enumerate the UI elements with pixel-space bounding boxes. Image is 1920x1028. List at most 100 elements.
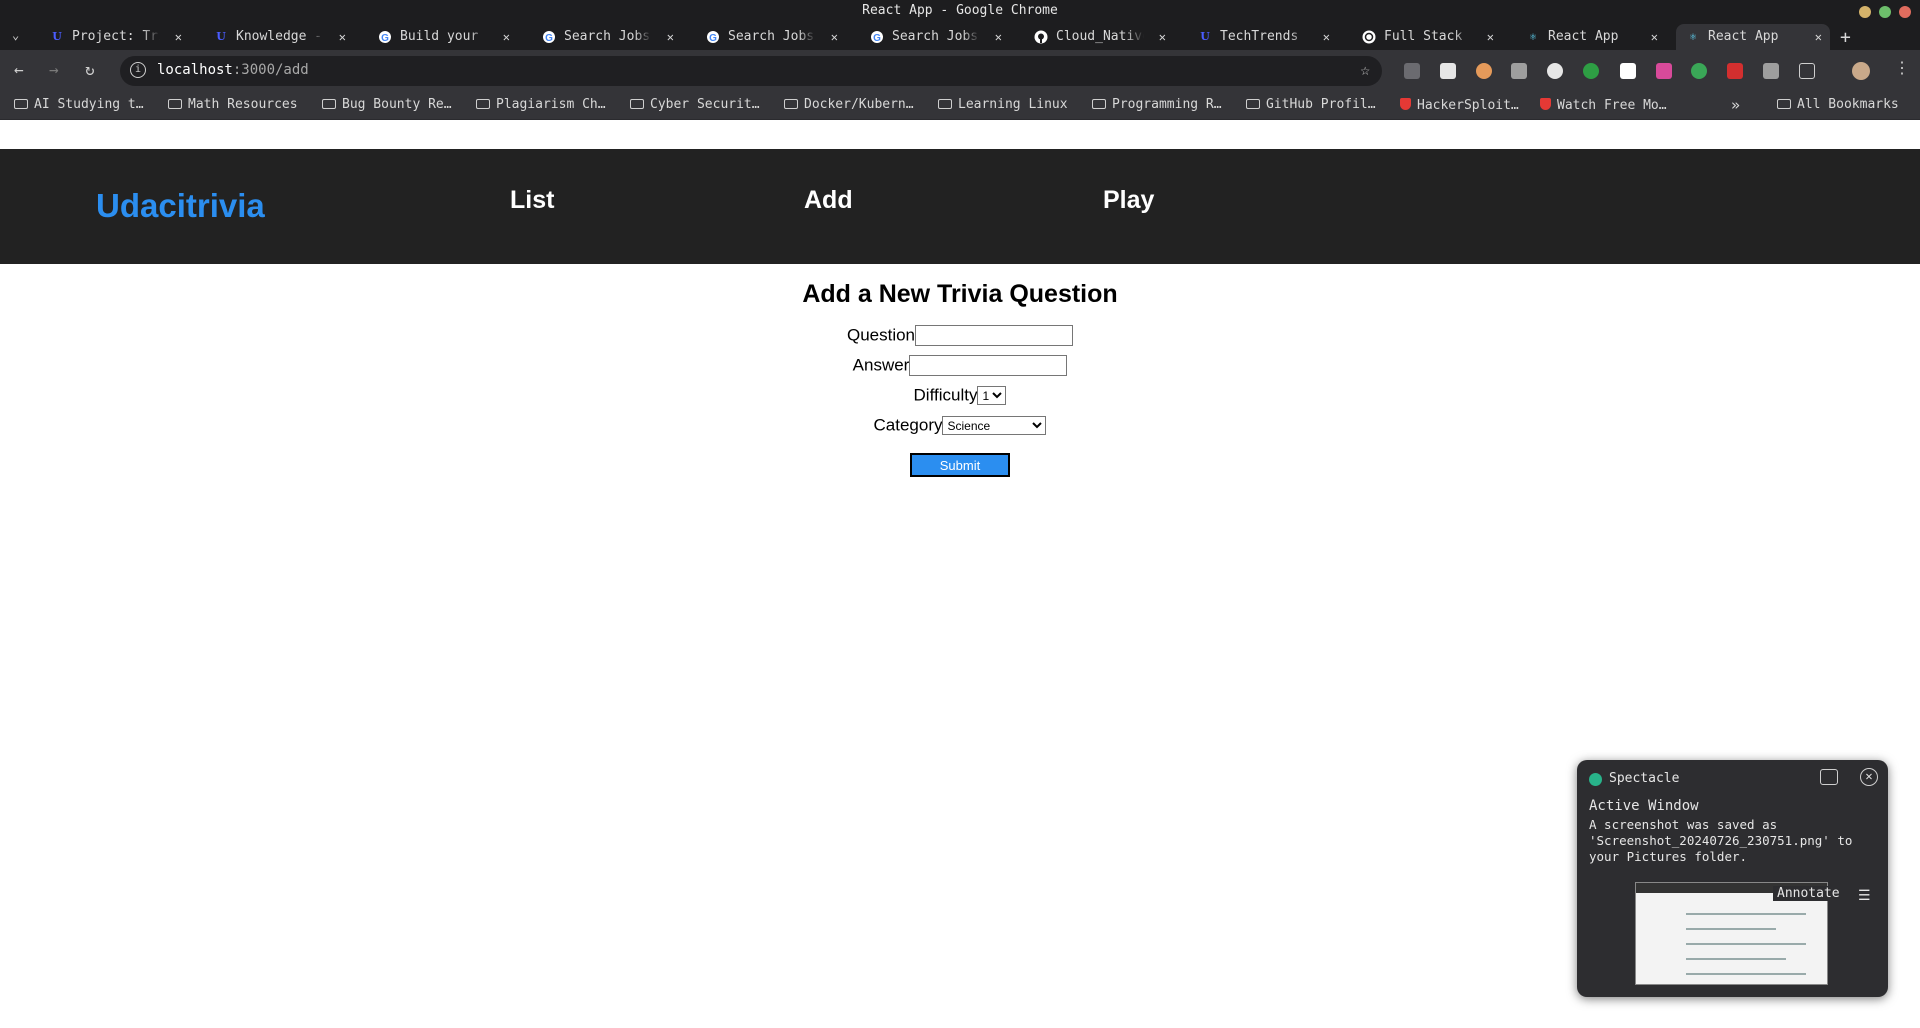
tab-close-icon[interactable]: ✕ <box>1651 24 1658 50</box>
tab-cloud-native[interactable]: Cloud_Native ✕ <box>1024 24 1174 50</box>
reload-icon[interactable]: ↻ <box>85 60 95 79</box>
window-title: React App - Google Chrome <box>862 3 1058 18</box>
bookmark-folder[interactable]: AI Studying t… <box>14 97 144 112</box>
bookmark-site[interactable]: Watch Free Mo… <box>1540 97 1667 113</box>
url-text[interactable]: localhost:3000/add <box>157 62 309 78</box>
tab-react-app-1[interactable]: ⚛ React App ✕ <box>1516 24 1666 50</box>
extension-terminal-icon[interactable] <box>1440 63 1456 79</box>
tab-title: React App <box>1548 29 1619 44</box>
nav-play-link[interactable]: Play <box>1103 186 1154 215</box>
nav-list-link[interactable]: List <box>510 186 554 215</box>
maximize-button[interactable] <box>1879 6 1891 18</box>
bookmark-label: Cyber Securit… <box>650 97 760 112</box>
tab-search-jobs-1[interactable]: G Search Jobs ✕ <box>532 24 682 50</box>
tab-close-icon[interactable]: ✕ <box>339 24 346 50</box>
all-bookmarks-button[interactable]: All Bookmarks <box>1777 97 1899 112</box>
answer-input[interactable] <box>909 355 1068 377</box>
folder-icon <box>630 99 644 109</box>
shield-icon <box>1540 98 1551 110</box>
tab-close-icon[interactable]: ✕ <box>1815 24 1822 50</box>
tab-close-icon[interactable]: ✕ <box>831 24 838 50</box>
tab-build-resume[interactable]: G Build your resume ✕ <box>368 24 518 50</box>
address-bar[interactable]: i localhost:3000/add ☆ <box>120 56 1382 86</box>
openai-icon <box>1362 30 1376 44</box>
extension-wifi-icon[interactable] <box>1583 63 1599 79</box>
more-menu-icon[interactable]: ⋮ <box>1894 58 1910 77</box>
tab-close-icon[interactable]: ✕ <box>995 24 1002 50</box>
tab-react-app-active[interactable]: ⚛ React App ✕ <box>1676 24 1830 50</box>
udacity-icon: U <box>216 30 226 43</box>
extension-briefcase-icon[interactable] <box>1620 63 1636 79</box>
nav-add-link[interactable]: Add <box>804 186 853 215</box>
profile-avatar-icon[interactable] <box>1852 62 1870 80</box>
folder-icon <box>1777 99 1791 109</box>
bookmarks-overflow-icon[interactable]: » <box>1731 96 1740 114</box>
bookmark-label: Programming R… <box>1112 97 1222 112</box>
hamburger-menu-icon[interactable]: ☰ <box>1858 888 1871 904</box>
extension-globe-icon[interactable] <box>1547 63 1563 79</box>
grammarly-icon[interactable] <box>1691 63 1707 79</box>
extension-lightning-icon[interactable] <box>1511 63 1527 79</box>
tab-close-icon[interactable]: ✕ <box>1159 24 1166 50</box>
bookmark-folder[interactable]: Bug Bounty Re… <box>322 97 452 112</box>
notification-body: A screenshot was saved as 'Screenshot_20… <box>1589 817 1860 864</box>
bookmark-folder[interactable]: Docker/Kubern… <box>784 97 914 112</box>
bookmark-folder[interactable]: Learning Linux <box>938 97 1068 112</box>
tab-search-jobs-2[interactable]: G Search Jobs ✕ <box>696 24 846 50</box>
app-brand-link[interactable]: Udacitrivia <box>96 187 265 225</box>
difficulty-select[interactable]: 1 <box>977 386 1007 406</box>
back-arrow-icon[interactable]: ← <box>14 60 24 79</box>
tab-close-icon[interactable]: ✕ <box>503 24 510 50</box>
thumbnail-line <box>1686 913 1806 915</box>
tab-close-icon[interactable]: ✕ <box>175 24 182 50</box>
bookmark-folder[interactable]: Cyber Securit… <box>630 97 760 112</box>
pdf-icon[interactable] <box>1727 63 1743 79</box>
annotate-button[interactable]: Annotate <box>1773 886 1844 901</box>
thumbnail-line <box>1686 943 1806 945</box>
svg-text:G: G <box>709 33 717 44</box>
site-info-icon[interactable]: i <box>130 62 146 78</box>
tab-search-jobs-3[interactable]: G Search Jobs ✕ <box>860 24 1010 50</box>
answer-label: Answer <box>852 355 910 375</box>
question-input[interactable] <box>915 325 1074 347</box>
browser-toolbar: ← → ↻ i localhost:3000/add ☆ ⋮ <box>0 50 1920 90</box>
bookmark-folder[interactable]: GitHub Profil… <box>1246 97 1376 112</box>
tab-title: Knowledge - Udacity <box>236 29 324 44</box>
bookmark-site[interactable]: HackerSploit… <box>1400 97 1519 113</box>
minimize-button[interactable] <box>1859 6 1871 18</box>
notification-settings-icon[interactable] <box>1820 769 1838 785</box>
bookmark-folder[interactable]: Math Resources <box>168 97 298 112</box>
new-tab-button[interactable]: + <box>1840 27 1851 48</box>
bookmark-star-icon[interactable]: ☆ <box>1360 60 1370 79</box>
tab-search-chevron-icon[interactable]: ⌄ <box>12 28 19 42</box>
extension-face-icon[interactable] <box>1476 63 1492 79</box>
category-select[interactable]: Science <box>942 416 1047 436</box>
bookmark-folder[interactable]: Plagiarism Ch… <box>476 97 606 112</box>
tab-close-icon[interactable]: ✕ <box>1487 24 1494 50</box>
extension-cross-icon[interactable] <box>1656 63 1672 79</box>
google-icon: G <box>870 30 884 44</box>
close-window-button[interactable] <box>1899 6 1911 18</box>
all-bookmarks-label: All Bookmarks <box>1797 97 1899 112</box>
tab-close-icon[interactable]: ✕ <box>667 24 674 50</box>
extension-shield-icon[interactable] <box>1404 63 1420 79</box>
spectacle-notification[interactable]: Spectacle ✕ Active Window A screenshot w… <box>1577 760 1888 997</box>
extension-reader-icon[interactable] <box>1763 63 1779 79</box>
bookmark-folder[interactable]: Programming R… <box>1092 97 1222 112</box>
folder-icon <box>168 99 182 109</box>
window-titlebar: React App - Google Chrome <box>0 0 1920 22</box>
url-host: localhost <box>157 62 233 78</box>
tab-full-stack[interactable]: Full Stack ✕ <box>1352 24 1502 50</box>
spectacle-icon <box>1589 773 1602 786</box>
tab-techtrends[interactable]: U TechTrends - Udacity ✕ <box>1188 24 1338 50</box>
tab-title: Project: Trivia <box>72 29 160 44</box>
submit-button[interactable]: Submit <box>910 453 1010 477</box>
difficulty-row: Difficulty 1 <box>0 385 1920 406</box>
forward-arrow-icon[interactable]: → <box>49 60 59 79</box>
tab-knowledge[interactable]: U Knowledge - Udacity ✕ <box>204 24 354 50</box>
tab-close-icon[interactable]: ✕ <box>1323 24 1330 50</box>
extensions-puzzle-icon[interactable] <box>1799 63 1815 79</box>
tab-title: React App <box>1708 29 1779 44</box>
notification-close-icon[interactable]: ✕ <box>1860 768 1878 786</box>
tab-project-trivia[interactable]: U Project: Trivia ✕ <box>40 24 190 50</box>
